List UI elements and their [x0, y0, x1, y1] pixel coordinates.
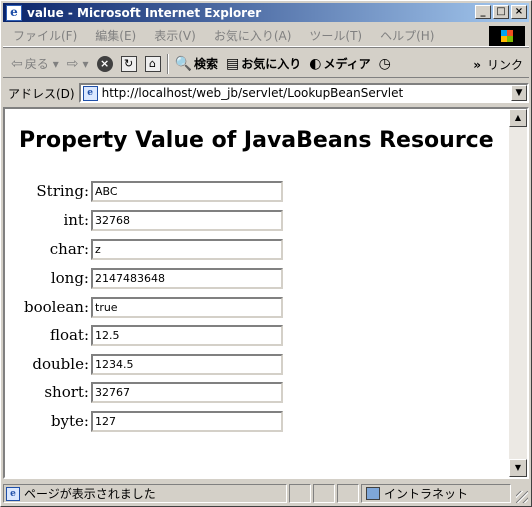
address-label: アドレス(D) — [8, 86, 75, 101]
property-row: String: ABC — [5, 179, 283, 203]
menu-view[interactable]: 表示(V) — [154, 27, 196, 44]
home-icon: ⌂ — [144, 55, 161, 72]
vertical-scrollbar[interactable]: ▲ ▼ — [509, 109, 527, 477]
page-title: Property Value of JavaBeans Resource — [19, 128, 494, 153]
menu-edit[interactable]: 編集(E) — [95, 27, 136, 44]
window-controls: _ □ × — [475, 5, 527, 19]
content-frame: Property Value of JavaBeans Resource Str… — [3, 107, 529, 479]
media-label: メディア — [323, 57, 371, 71]
page-content: Property Value of JavaBeans Resource Str… — [5, 109, 509, 477]
address-dropdown-button[interactable]: ▼ — [511, 85, 527, 101]
property-value-field[interactable]: 1234.5 — [91, 353, 283, 375]
menu-help[interactable]: ヘルプ(H) — [380, 27, 434, 44]
search-button[interactable]: 🔍 検索 — [175, 55, 218, 72]
property-row: boolean: true — [5, 295, 283, 319]
menu-bar: ファイル(F) 編集(E) 表示(V) お気に入り(A) ツール(T) ヘルプ(… — [3, 25, 529, 47]
close-button[interactable]: × — [511, 5, 527, 19]
home-button[interactable]: ⌂ — [144, 55, 161, 72]
back-button[interactable]: ⇦ 戻る ▾ — [11, 55, 59, 72]
browser-window: e value - Microsoft Internet Explorer _ … — [0, 0, 532, 507]
forward-button[interactable]: ⇨ ▾ — [67, 56, 89, 72]
property-row: char: z — [5, 237, 283, 261]
property-value-field[interactable]: 2147483648 — [91, 267, 283, 289]
page-done-icon: e — [6, 486, 20, 501]
property-row: float: 12.5 — [5, 323, 283, 347]
property-label: short: — [44, 383, 89, 401]
property-value-field[interactable]: 127 — [91, 410, 283, 432]
menu-tools[interactable]: ツール(T) — [309, 27, 362, 44]
status-panel — [313, 484, 335, 503]
stop-button[interactable]: × — [96, 55, 113, 72]
back-arrow-icon: ⇦ — [11, 55, 23, 72]
security-zone-panel: イントラネット — [361, 484, 511, 503]
toolbar-separator — [166, 53, 169, 74]
status-bar: e ページが表示されました イントラネット — [3, 483, 529, 504]
minimize-button[interactable]: _ — [475, 5, 491, 19]
history-button[interactable]: ◷ — [379, 56, 393, 72]
security-zone-label: イントラネット — [384, 487, 469, 501]
media-button[interactable]: ◐ メディア — [309, 55, 370, 72]
resize-grip-icon[interactable] — [516, 491, 528, 503]
search-label: 検索 — [193, 57, 218, 71]
property-value-field[interactable]: 32768 — [91, 209, 283, 231]
property-value-field[interactable]: ABC — [91, 180, 283, 202]
window-title: value - Microsoft Internet Explorer — [27, 5, 262, 20]
forward-arrow-icon: ⇨ — [66, 55, 79, 72]
ie-app-icon[interactable]: e — [6, 4, 22, 21]
menu-favorites[interactable]: お気に入り(A) — [214, 27, 292, 44]
stop-icon: × — [96, 55, 113, 72]
property-value-field[interactable]: 32767 — [91, 381, 283, 403]
address-input[interactable]: e http://localhost/web_jb/servlet/Lookup… — [78, 83, 529, 103]
property-row: int: 32768 — [5, 208, 283, 232]
scroll-up-button[interactable]: ▲ — [509, 109, 527, 127]
property-label: char: — [49, 240, 89, 258]
property-label: long: — [50, 269, 89, 287]
media-icon: ◐ — [309, 55, 322, 72]
favorites-label: お気に入り — [241, 57, 302, 71]
toolbar: ⇦ 戻る ▾ ⇨ ▾ × ↻ ⌂ 🔍 検索 ▤ お気に入り ◐ メディア ◷ »… — [3, 50, 529, 78]
property-value-field[interactable]: true — [91, 296, 283, 318]
status-panel — [289, 484, 311, 503]
property-value-field[interactable]: z — [91, 238, 283, 260]
property-row: short: 32767 — [5, 380, 283, 404]
status-message: ページが表示されました — [24, 487, 156, 501]
favorites-icon: ▤ — [226, 55, 240, 72]
favorites-button[interactable]: ▤ お気に入り — [226, 55, 301, 72]
property-label: double: — [32, 355, 89, 373]
property-row: byte: 127 — [5, 409, 283, 433]
back-label: 戻る — [24, 57, 49, 71]
status-message-panel: e ページが表示されました — [3, 484, 287, 503]
page-icon: e — [82, 85, 98, 101]
property-row: long: 2147483648 — [5, 266, 283, 290]
windows-logo-icon — [489, 26, 525, 46]
maximize-button[interactable]: □ — [493, 5, 509, 19]
links-chevron-icon[interactable]: » — [473, 58, 481, 72]
status-panel — [337, 484, 359, 503]
property-label: boolean: — [24, 298, 89, 316]
refresh-button[interactable]: ↻ — [120, 55, 137, 72]
address-bar: アドレス(D) e http://localhost/web_jb/servle… — [3, 81, 529, 105]
property-label: int: — [63, 211, 89, 229]
back-dropdown-icon[interactable]: ▾ — [53, 57, 59, 71]
property-label: byte: — [50, 412, 89, 430]
forward-dropdown-icon[interactable]: ▾ — [83, 57, 89, 71]
property-row: double: 1234.5 — [5, 352, 283, 376]
property-label: float: — [49, 326, 89, 344]
menu-file[interactable]: ファイル(F) — [13, 27, 77, 44]
links-label: リンク — [486, 58, 523, 72]
title-bar[interactable]: e value - Microsoft Internet Explorer _ … — [3, 3, 529, 22]
property-label: String: — [36, 182, 89, 200]
intranet-zone-icon — [366, 487, 380, 500]
history-icon: ◷ — [378, 55, 391, 72]
refresh-icon: ↻ — [120, 55, 137, 72]
search-icon: 🔍 — [174, 55, 192, 72]
property-value-field[interactable]: 12.5 — [91, 324, 283, 346]
scroll-down-button[interactable]: ▼ — [509, 459, 527, 477]
address-url[interactable]: http://localhost/web_jb/servlet/LookupBe… — [102, 86, 404, 100]
links-toolbar[interactable]: » リンク — [473, 56, 523, 73]
